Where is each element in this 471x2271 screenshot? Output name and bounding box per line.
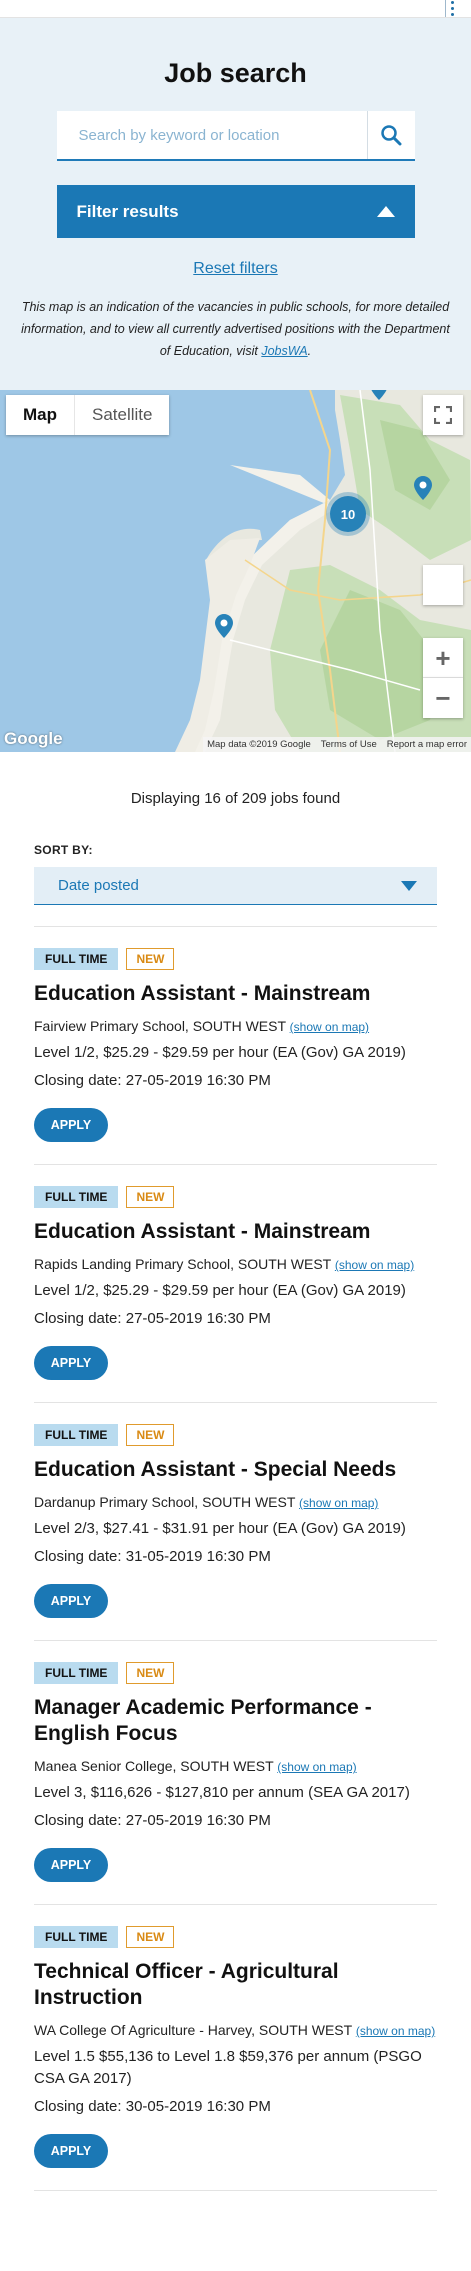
map-pin-icon[interactable] — [414, 476, 432, 500]
plus-icon: + — [435, 642, 451, 673]
zoom-out-button[interactable]: − — [423, 678, 463, 718]
job-card: FULL TIME NEW Education Assistant - Spec… — [34, 1403, 437, 1641]
job-closing-date: Closing date: 30-05-2019 16:30 PM — [34, 2098, 271, 2115]
search-button[interactable] — [366, 111, 415, 159]
job-school: Manea Senior College, SOUTH WEST — [34, 1758, 274, 1774]
map-pin-icon[interactable] — [215, 614, 233, 638]
job-card: FULL TIME NEW Education Assistant - Main… — [34, 927, 437, 1165]
sort-select[interactable]: Date posted — [34, 867, 437, 905]
fullscreen-icon — [434, 406, 452, 424]
jobswa-link[interactable]: JobsWA — [261, 344, 307, 358]
job-list: FULL TIME NEW Education Assistant - Main… — [34, 927, 437, 2191]
new-badge: NEW — [126, 1424, 175, 1446]
job-school: Rapids Landing Primary School, SOUTH WES… — [34, 1256, 331, 1272]
full-time-badge: FULL TIME — [34, 1424, 119, 1446]
map-type-map-button[interactable]: Map — [6, 395, 75, 435]
google-logo: Google — [4, 729, 63, 748]
job-closing-date: Closing date: 27-05-2019 16:30 PM — [34, 1072, 271, 1089]
full-time-badge: FULL TIME — [34, 1926, 119, 1948]
results-section: Displaying 16 of 209 jobs found SORT BY:… — [0, 790, 471, 2191]
new-badge: NEW — [126, 1186, 175, 1208]
job-closing-date: Closing date: 27-05-2019 16:30 PM — [34, 1310, 271, 1327]
job-badges: FULL TIME NEW — [34, 1424, 437, 1446]
apply-button[interactable]: APPLY — [34, 2134, 108, 2168]
map-cluster-marker[interactable]: 10 — [330, 496, 366, 532]
show-on-map-link[interactable]: (show on map) — [335, 1258, 414, 1272]
search-input[interactable] — [56, 111, 367, 159]
job-salary: Level 1.5 $55,136 to Level 1.8 $59,376 p… — [34, 2048, 422, 2087]
search-box — [56, 111, 415, 161]
map-attribution: Map data ©2019 Google Terms of Use Repor… — [203, 737, 471, 752]
apply-button[interactable]: APPLY — [34, 1584, 108, 1618]
job-closing-date: Closing date: 31-05-2019 16:30 PM — [34, 1548, 271, 1565]
job-title[interactable]: Education Assistant - Special Needs — [34, 1457, 437, 1483]
job-location: WA College Of Agriculture - Harvey, SOUT… — [34, 2019, 437, 2042]
sort-selected-value: Date posted — [58, 877, 139, 894]
show-on-map-link[interactable]: (show on map) — [356, 2024, 435, 2038]
job-card: FULL TIME NEW Education Assistant - Main… — [34, 1165, 437, 1403]
new-badge: NEW — [126, 1926, 175, 1948]
top-bar — [0, 0, 471, 18]
job-badges: FULL TIME NEW — [34, 1926, 437, 1948]
new-badge: NEW — [126, 948, 175, 970]
filter-results-toggle[interactable]: Filter results — [56, 185, 415, 238]
apply-button[interactable]: APPLY — [34, 1848, 108, 1882]
results-count: Displaying 16 of 209 jobs found — [130, 790, 341, 807]
job-closing-date: Closing date: 27-05-2019 16:30 PM — [34, 1812, 271, 1829]
report-map-error-link[interactable]: Report a map error — [387, 739, 467, 750]
job-location: Dardanup Primary School, SOUTH WEST (sho… — [34, 1491, 437, 1514]
zoom-in-button[interactable]: + — [423, 638, 463, 678]
job-school: WA College Of Agriculture - Harvey, SOUT… — [34, 2022, 352, 2038]
fullscreen-button[interactable] — [423, 395, 463, 435]
map-data-credit: Map data ©2019 Google — [207, 739, 311, 750]
new-badge: NEW — [126, 1662, 175, 1684]
reset-filters-link[interactable]: Reset filters — [193, 260, 277, 278]
map-pin-icon[interactable] — [370, 390, 388, 400]
job-title[interactable]: Manager Academic Performance - English F… — [34, 1695, 437, 1747]
job-school: Fairview Primary School, SOUTH WEST — [34, 1018, 286, 1034]
show-on-map-link[interactable]: (show on map) — [299, 1496, 378, 1510]
job-search-panel: Job search Filter results Reset filters … — [0, 18, 471, 390]
job-title[interactable]: Education Assistant - Mainstream — [34, 981, 437, 1007]
chevron-up-icon — [376, 206, 395, 217]
full-time-badge: FULL TIME — [34, 1186, 119, 1208]
sort-by-label: SORT BY: — [34, 843, 93, 857]
apply-button[interactable]: APPLY — [34, 1346, 108, 1380]
job-location: Fairview Primary School, SOUTH WEST (sho… — [34, 1015, 437, 1038]
job-card: FULL TIME NEW Manager Academic Performan… — [34, 1641, 437, 1905]
job-salary: Level 3, $116,626 - $127,810 per annum (… — [34, 1784, 410, 1801]
full-time-badge: FULL TIME — [34, 1662, 119, 1684]
apply-button[interactable]: APPLY — [34, 1108, 108, 1142]
filter-results-label: Filter results — [76, 201, 179, 221]
minus-icon: − — [435, 683, 451, 713]
full-time-badge: FULL TIME — [34, 948, 119, 970]
job-title[interactable]: Technical Officer - Agricultural Instruc… — [34, 1959, 437, 2011]
job-card: FULL TIME NEW Technical Officer - Agricu… — [34, 1905, 437, 2191]
more-vertical-icon[interactable] — [445, 0, 459, 17]
job-badges: FULL TIME NEW — [34, 948, 437, 970]
map-type-satellite-button[interactable]: Satellite — [75, 395, 169, 435]
street-view-button[interactable] — [423, 565, 463, 605]
job-badges: FULL TIME NEW — [34, 1186, 437, 1208]
map-note: This map is an indication of the vacanci… — [21, 296, 451, 362]
map-note-text: This map is an indication of the vacanci… — [21, 300, 450, 358]
job-location: Rapids Landing Primary School, SOUTH WES… — [34, 1253, 437, 1276]
map-type-control: Map Satellite — [6, 395, 170, 435]
chevron-down-icon — [401, 880, 417, 891]
job-salary: Level 1/2, $25.29 - $29.59 per hour (EA … — [34, 1282, 406, 1299]
show-on-map-link[interactable]: (show on map) — [277, 1760, 356, 1774]
search-icon — [381, 125, 402, 146]
job-school: Dardanup Primary School, SOUTH WEST — [34, 1494, 296, 1510]
job-badges: FULL TIME NEW — [34, 1662, 437, 1684]
job-title[interactable]: Education Assistant - Mainstream — [34, 1219, 437, 1245]
job-salary: Level 2/3, $27.41 - $31.91 per hour (EA … — [34, 1520, 406, 1537]
job-location: Manea Senior College, SOUTH WEST (show o… — [34, 1755, 437, 1778]
map-terrain — [0, 390, 471, 752]
jobs-map[interactable]: Map Satellite + − 10 Google Map data ©20… — [0, 390, 471, 752]
map-note-end: . — [307, 344, 312, 358]
show-on-map-link[interactable]: (show on map) — [290, 1020, 369, 1034]
page-title: Job search — [164, 58, 307, 88]
job-salary: Level 1/2, $25.29 - $29.59 per hour (EA … — [34, 1044, 406, 1061]
terms-of-use-link[interactable]: Terms of Use — [321, 739, 377, 750]
